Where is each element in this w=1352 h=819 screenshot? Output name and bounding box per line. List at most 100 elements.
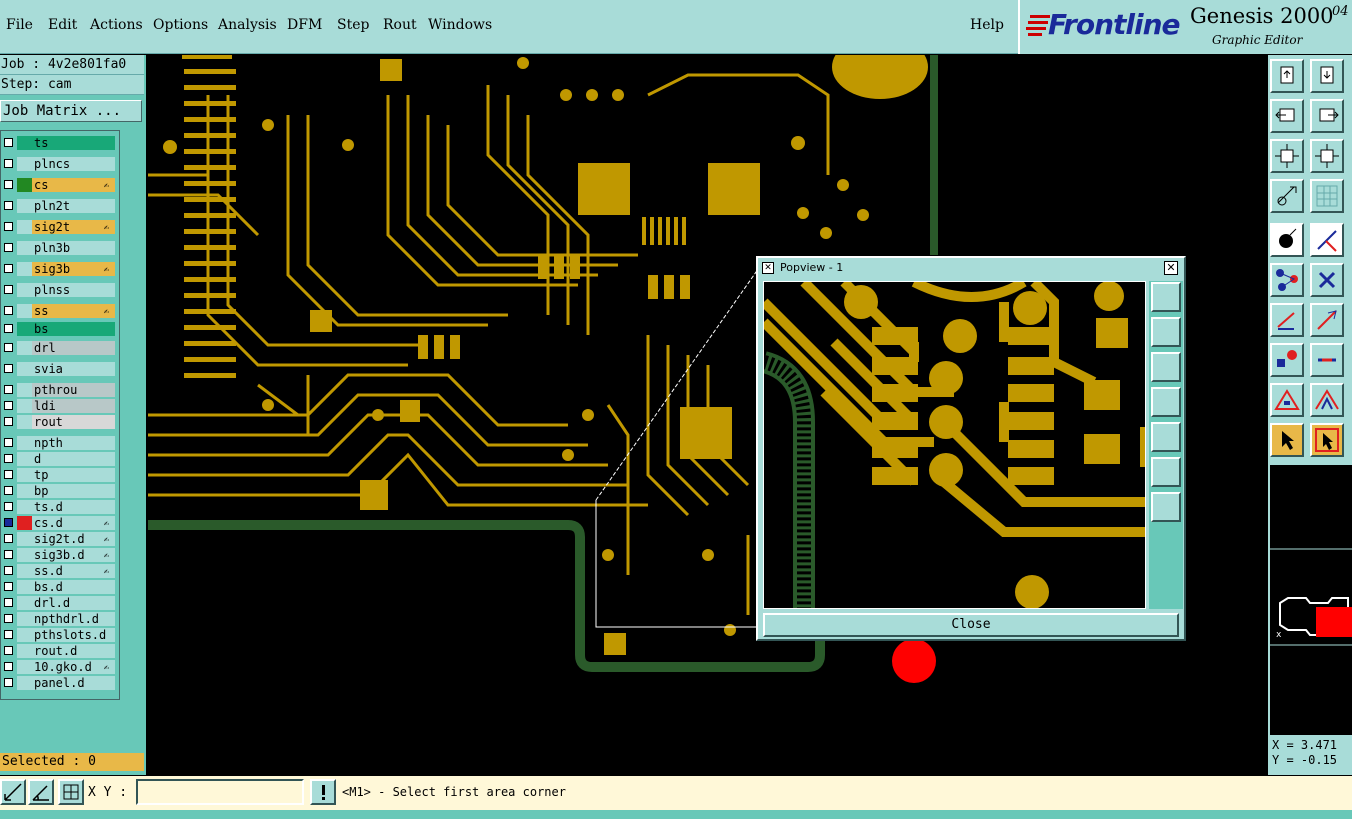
layer-name[interactable]: plnss <box>32 283 115 297</box>
layer-row[interactable]: npth <box>1 435 119 451</box>
pan-right-icon[interactable] <box>1310 99 1344 133</box>
layer-checkbox[interactable] <box>4 614 13 623</box>
measure-icon[interactable] <box>1270 179 1304 213</box>
layer-name[interactable]: pln3b <box>32 241 115 255</box>
layer-name[interactable]: sig3b.d ✍ <box>32 548 115 562</box>
job-matrix-button[interactable]: Job Matrix ... <box>0 100 142 122</box>
layer-checkbox[interactable] <box>4 324 13 333</box>
layer-row[interactable]: npthdrl.d <box>1 611 119 627</box>
layer-name[interactable]: ss ✍ <box>32 304 115 318</box>
layer-checkbox[interactable] <box>4 417 13 426</box>
layer-color-swatch[interactable] <box>17 157 32 171</box>
line-add-icon[interactable] <box>1270 303 1304 337</box>
layer-row[interactable]: sig3b.d ✍ <box>1 547 119 563</box>
layer-row[interactable]: rout.d <box>1 643 119 659</box>
alert-icon[interactable] <box>310 779 336 805</box>
layer-row[interactable]: ss.d ✍ <box>1 563 119 579</box>
layer-checkbox[interactable] <box>4 285 13 294</box>
layer-row[interactable]: sig3b ✍ <box>1 261 119 277</box>
window-menu-icon[interactable]: ✕ <box>762 262 774 274</box>
layer-checkbox[interactable] <box>4 550 13 559</box>
pan-left-icon[interactable] <box>1270 99 1304 133</box>
layer-color-swatch[interactable] <box>17 304 32 318</box>
layer-color-swatch[interactable] <box>17 241 32 255</box>
layer-checkbox[interactable] <box>4 138 13 147</box>
layer-color-swatch[interactable] <box>17 484 32 498</box>
popview-close-button[interactable]: Close <box>763 613 1179 637</box>
layer-row[interactable]: cs ✍ <box>1 177 119 193</box>
layer-color-swatch[interactable] <box>17 676 32 690</box>
layer-color-swatch[interactable] <box>17 436 32 450</box>
layer-checkbox[interactable] <box>4 306 13 315</box>
menu-actions[interactable]: Actions <box>90 17 143 33</box>
layer-checkbox[interactable] <box>4 401 13 410</box>
layer-color-swatch[interactable] <box>17 612 32 626</box>
layer-checkbox[interactable] <box>4 222 13 231</box>
angle-snap-icon[interactable] <box>28 779 54 805</box>
layer-row[interactable]: bp <box>1 483 119 499</box>
layer-name[interactable]: plncs <box>32 157 115 171</box>
layer-name[interactable]: bs <box>32 322 115 336</box>
layer-checkbox[interactable] <box>4 502 13 511</box>
layer-name[interactable]: drl.d <box>32 596 115 610</box>
layer-checkbox[interactable] <box>4 598 13 607</box>
menu-windows[interactable]: Windows <box>428 17 492 33</box>
grid-icon[interactable] <box>1310 179 1344 213</box>
menu-analysis[interactable]: Analysis <box>218 17 277 33</box>
layer-row[interactable]: pln2t <box>1 198 119 214</box>
layer-checkbox[interactable] <box>4 180 13 189</box>
layer-color-swatch[interactable] <box>17 415 32 429</box>
pointer-box-icon[interactable] <box>1310 423 1344 457</box>
layer-color-swatch[interactable] <box>17 199 32 213</box>
layer-checkbox[interactable] <box>4 385 13 394</box>
page-up-icon[interactable] <box>1270 59 1304 93</box>
layer-name[interactable]: cs.d ✍ <box>32 516 115 530</box>
layer-row[interactable]: bs <box>1 321 119 337</box>
layer-name[interactable]: d <box>32 452 115 466</box>
layer-row[interactable]: ts.d <box>1 499 119 515</box>
layer-color-swatch[interactable] <box>17 136 32 150</box>
layer-row[interactable]: svia <box>1 361 119 377</box>
layer-row[interactable]: rout <box>1 414 119 430</box>
menu-rout[interactable]: Rout <box>383 17 417 33</box>
layer-row[interactable]: sig2t ✍ <box>1 219 119 235</box>
layer-row[interactable]: plnss <box>1 282 119 298</box>
layer-name[interactable]: ts.d <box>32 500 115 514</box>
layer-color-swatch[interactable] <box>17 362 32 376</box>
layer-row[interactable]: drl <box>1 340 119 356</box>
node-icon[interactable] <box>1270 263 1304 297</box>
grid-snap-icon[interactable] <box>58 779 84 805</box>
menu-dfm[interactable]: DFM <box>287 17 322 33</box>
page-down-icon[interactable] <box>1310 59 1344 93</box>
layer-color-swatch[interactable] <box>17 628 32 642</box>
pad-add-icon[interactable] <box>1270 343 1304 377</box>
layer-checkbox[interactable] <box>4 201 13 210</box>
layer-color-swatch[interactable] <box>17 383 32 397</box>
layer-row[interactable]: ldi <box>1 398 119 414</box>
layer-checkbox[interactable] <box>4 662 13 671</box>
feature-select-icon[interactable] <box>1270 223 1304 257</box>
layer-checkbox[interactable] <box>4 630 13 639</box>
layer-row[interactable]: ts <box>1 135 119 151</box>
layer-color-swatch[interactable] <box>17 660 32 674</box>
net-icon[interactable] <box>1310 223 1344 257</box>
layer-color-swatch[interactable] <box>17 178 32 192</box>
layer-name[interactable]: ss.d ✍ <box>32 564 115 578</box>
popview-pan-down-icon[interactable] <box>1151 352 1181 382</box>
minus-icon[interactable] <box>1310 343 1344 377</box>
layer-name[interactable]: sig2t ✍ <box>32 220 115 234</box>
layer-checkbox[interactable] <box>4 534 13 543</box>
xy-input[interactable] <box>136 779 304 805</box>
layer-name[interactable]: bs.d <box>32 580 115 594</box>
layer-row[interactable]: tp <box>1 467 119 483</box>
snap-icon[interactable] <box>0 779 26 805</box>
layer-row[interactable]: plncs <box>1 156 119 172</box>
layer-color-swatch[interactable] <box>17 452 32 466</box>
layer-name[interactable]: sig3b ✍ <box>32 262 115 276</box>
layer-checkbox[interactable] <box>4 678 13 687</box>
layer-name[interactable]: cs ✍ <box>32 178 115 192</box>
layer-checkbox[interactable] <box>4 243 13 252</box>
layer-color-swatch[interactable] <box>17 564 32 578</box>
layer-color-swatch[interactable] <box>17 468 32 482</box>
layer-name[interactable]: 10.gko.d ✍ <box>32 660 115 674</box>
